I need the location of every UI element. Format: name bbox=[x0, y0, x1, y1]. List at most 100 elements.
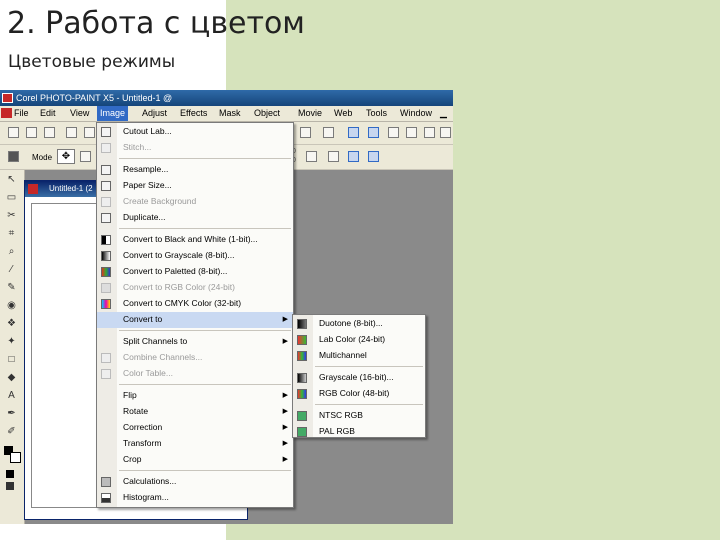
menu-effects[interactable]: Effects bbox=[180, 108, 207, 118]
antialias-icon[interactable] bbox=[328, 151, 339, 162]
rgb48-icon bbox=[297, 389, 307, 399]
image-menu-item-duplicate[interactable]: Duplicate... bbox=[97, 210, 293, 226]
show-mask-icon[interactable] bbox=[388, 127, 399, 138]
grayscale-icon bbox=[101, 251, 111, 261]
align-mode-icon[interactable] bbox=[348, 151, 359, 162]
show-objects-icon[interactable] bbox=[406, 127, 417, 138]
image-menu-item-cutout-lab[interactable]: Cutout Lab... bbox=[97, 124, 293, 140]
menu-tools[interactable]: Tools bbox=[366, 108, 387, 118]
image-menu-item-label: Rotate bbox=[123, 406, 149, 416]
mode-selector[interactable]: ✥ bbox=[57, 149, 75, 164]
image-menu-item-flip[interactable]: Flip ▶ bbox=[97, 388, 293, 404]
slide-subtitle: Цветовые режимы bbox=[8, 52, 176, 72]
image-menu-item-convert-to-grayscale[interactable]: Convert to Grayscale (8-bit)... bbox=[97, 248, 293, 264]
submenu-arrow-icon: ▶ bbox=[282, 392, 288, 399]
menu-separator bbox=[119, 158, 291, 159]
convert-submenu-item-ntsc-rgb[interactable]: NTSC RGB bbox=[293, 408, 425, 424]
convert-submenu-item-duotone[interactable]: Duotone (8-bit)... bbox=[293, 316, 425, 332]
mode-option-icon[interactable] bbox=[80, 151, 91, 162]
menu-view[interactable]: View bbox=[70, 108, 89, 118]
image-menu-item-label: Split Channels to bbox=[123, 336, 188, 346]
image-menu-item-histogram[interactable]: Histogram... bbox=[97, 490, 293, 506]
object-picker-icon[interactable] bbox=[348, 127, 359, 138]
grid-icon[interactable] bbox=[424, 127, 435, 138]
menu-mask[interactable]: Mask bbox=[219, 108, 241, 118]
copy-icon[interactable] bbox=[84, 127, 95, 138]
image-menu-item-label: Calculations... bbox=[123, 476, 177, 486]
document-menu-icon[interactable] bbox=[1, 108, 12, 118]
image-menu-item-label: Flip bbox=[123, 390, 137, 400]
mask-picker-icon[interactable] bbox=[368, 127, 379, 138]
menu-movie[interactable]: Movie bbox=[298, 108, 322, 118]
paper-size-icon bbox=[101, 181, 111, 191]
menu-web[interactable]: Web bbox=[334, 108, 352, 118]
submenu-arrow-icon: ▶ bbox=[282, 440, 288, 447]
fill-color-swatch[interactable] bbox=[6, 470, 14, 478]
zoom-icon[interactable] bbox=[300, 127, 311, 138]
image-menu-item-stitch[interactable]: Stitch... bbox=[97, 140, 293, 156]
rectangle-tool-icon[interactable]: □ bbox=[6, 354, 17, 365]
brush-tool-icon[interactable]: ✐ bbox=[6, 426, 17, 437]
menu-separator bbox=[315, 404, 423, 405]
image-menu-item-rotate[interactable]: Rotate ▶ bbox=[97, 404, 293, 420]
ruler-icon[interactable] bbox=[440, 127, 451, 138]
menu-adjust[interactable]: Adjust bbox=[142, 108, 167, 118]
feather-icon[interactable] bbox=[306, 151, 317, 162]
clone-tool-icon[interactable]: ❖ bbox=[6, 318, 17, 329]
cut-icon[interactable] bbox=[66, 127, 77, 138]
red-eye-icon[interactable]: ◉ bbox=[6, 300, 17, 311]
menu-separator bbox=[119, 330, 291, 331]
convert-submenu-item-rgb-color[interactable]: RGB Color (48-bit) bbox=[293, 386, 425, 402]
rectangle-mask-icon[interactable]: ▭ bbox=[6, 192, 17, 203]
image-menu-item-label: Resample... bbox=[123, 164, 169, 174]
image-menu-item-convert-to[interactable]: Convert to ▶ bbox=[97, 312, 293, 328]
zoom-tool-icon[interactable]: ⌕ bbox=[6, 246, 17, 257]
image-menu-item-convert-to-cmyk-color[interactable]: Convert to CMYK Color (32-bit) bbox=[97, 296, 293, 312]
menu-window[interactable]: Window bbox=[400, 108, 432, 118]
convert-submenu-item-pal-rgb[interactable]: PAL RGB bbox=[293, 424, 425, 440]
convert-submenu-item-lab-color[interactable]: Lab Color (24-bit) bbox=[293, 332, 425, 348]
crop-tool-icon[interactable]: ⌗ bbox=[6, 228, 17, 239]
image-menu-item-combine-channels[interactable]: Combine Channels... bbox=[97, 350, 293, 366]
eyedropper-icon[interactable]: ⁄ bbox=[6, 264, 17, 275]
image-menu-item-convert-to-black-and-white[interactable]: Convert to Black and White (1-bit)... bbox=[97, 232, 293, 248]
paint-tool-icon[interactable]: ✒ bbox=[6, 408, 17, 419]
image-menu-item-paper-size[interactable]: Paper Size... bbox=[97, 178, 293, 194]
new-file-icon[interactable] bbox=[8, 127, 19, 138]
open-file-icon[interactable] bbox=[26, 127, 37, 138]
fill-tool-icon[interactable]: ◆ bbox=[6, 372, 17, 383]
image-menu-item-calculations[interactable]: Calculations... bbox=[97, 474, 293, 490]
image-menu-item-color-table[interactable]: Color Table... bbox=[97, 366, 293, 382]
image-menu-item-split-channels-to[interactable]: Split Channels to ▶ bbox=[97, 334, 293, 350]
image-menu: Cutout Lab... Stitch... Resample... Paper S… bbox=[96, 122, 294, 508]
text-tool-icon[interactable]: A bbox=[6, 390, 17, 401]
effect-tool-icon[interactable]: ✦ bbox=[6, 336, 17, 347]
eraser-icon[interactable]: ✎ bbox=[6, 282, 17, 293]
background-color-swatch[interactable] bbox=[10, 452, 21, 463]
paletted-icon bbox=[101, 267, 111, 277]
minimize-icon[interactable]: ▁ bbox=[440, 108, 447, 119]
image-menu-item-label: Convert to Paletted (8-bit)... bbox=[123, 266, 228, 276]
menu-object[interactable]: Object bbox=[254, 108, 280, 118]
paint-icon[interactable] bbox=[323, 127, 334, 138]
image-menu-item-create-background[interactable]: Create Background bbox=[97, 194, 293, 210]
convert-submenu-item-grayscale[interactable]: Grayscale (16-bit)... bbox=[293, 370, 425, 386]
menu-file[interactable]: File bbox=[14, 108, 29, 118]
snap-mode-icon[interactable] bbox=[368, 151, 379, 162]
image-menu-item-correction[interactable]: Correction ▶ bbox=[97, 420, 293, 436]
image-menu-item-convert-to-rgb-color[interactable]: Convert to RGB Color (24-bit) bbox=[97, 280, 293, 296]
stitch-icon bbox=[101, 143, 111, 153]
rgb-icon bbox=[101, 283, 111, 293]
menu-edit[interactable]: Edit bbox=[40, 108, 56, 118]
pick-tool-icon[interactable]: ↖ bbox=[6, 174, 17, 185]
image-menu-item-convert-to-paletted[interactable]: Convert to Paletted (8-bit)... bbox=[97, 264, 293, 280]
save-icon[interactable] bbox=[44, 127, 55, 138]
grayscale16-icon bbox=[297, 373, 307, 383]
image-menu-item-transform[interactable]: Transform ▶ bbox=[97, 436, 293, 452]
image-menu-item-resample[interactable]: Resample... bbox=[97, 162, 293, 178]
menu-image[interactable]: Image bbox=[97, 106, 129, 121]
image-menu-item-crop[interactable]: Crop ▶ bbox=[97, 452, 293, 468]
convert-submenu-item-multichannel[interactable]: Multichannel bbox=[293, 348, 425, 364]
freehand-mask-icon[interactable]: ✂ bbox=[6, 210, 17, 221]
reset-colors-icon[interactable] bbox=[6, 482, 14, 490]
